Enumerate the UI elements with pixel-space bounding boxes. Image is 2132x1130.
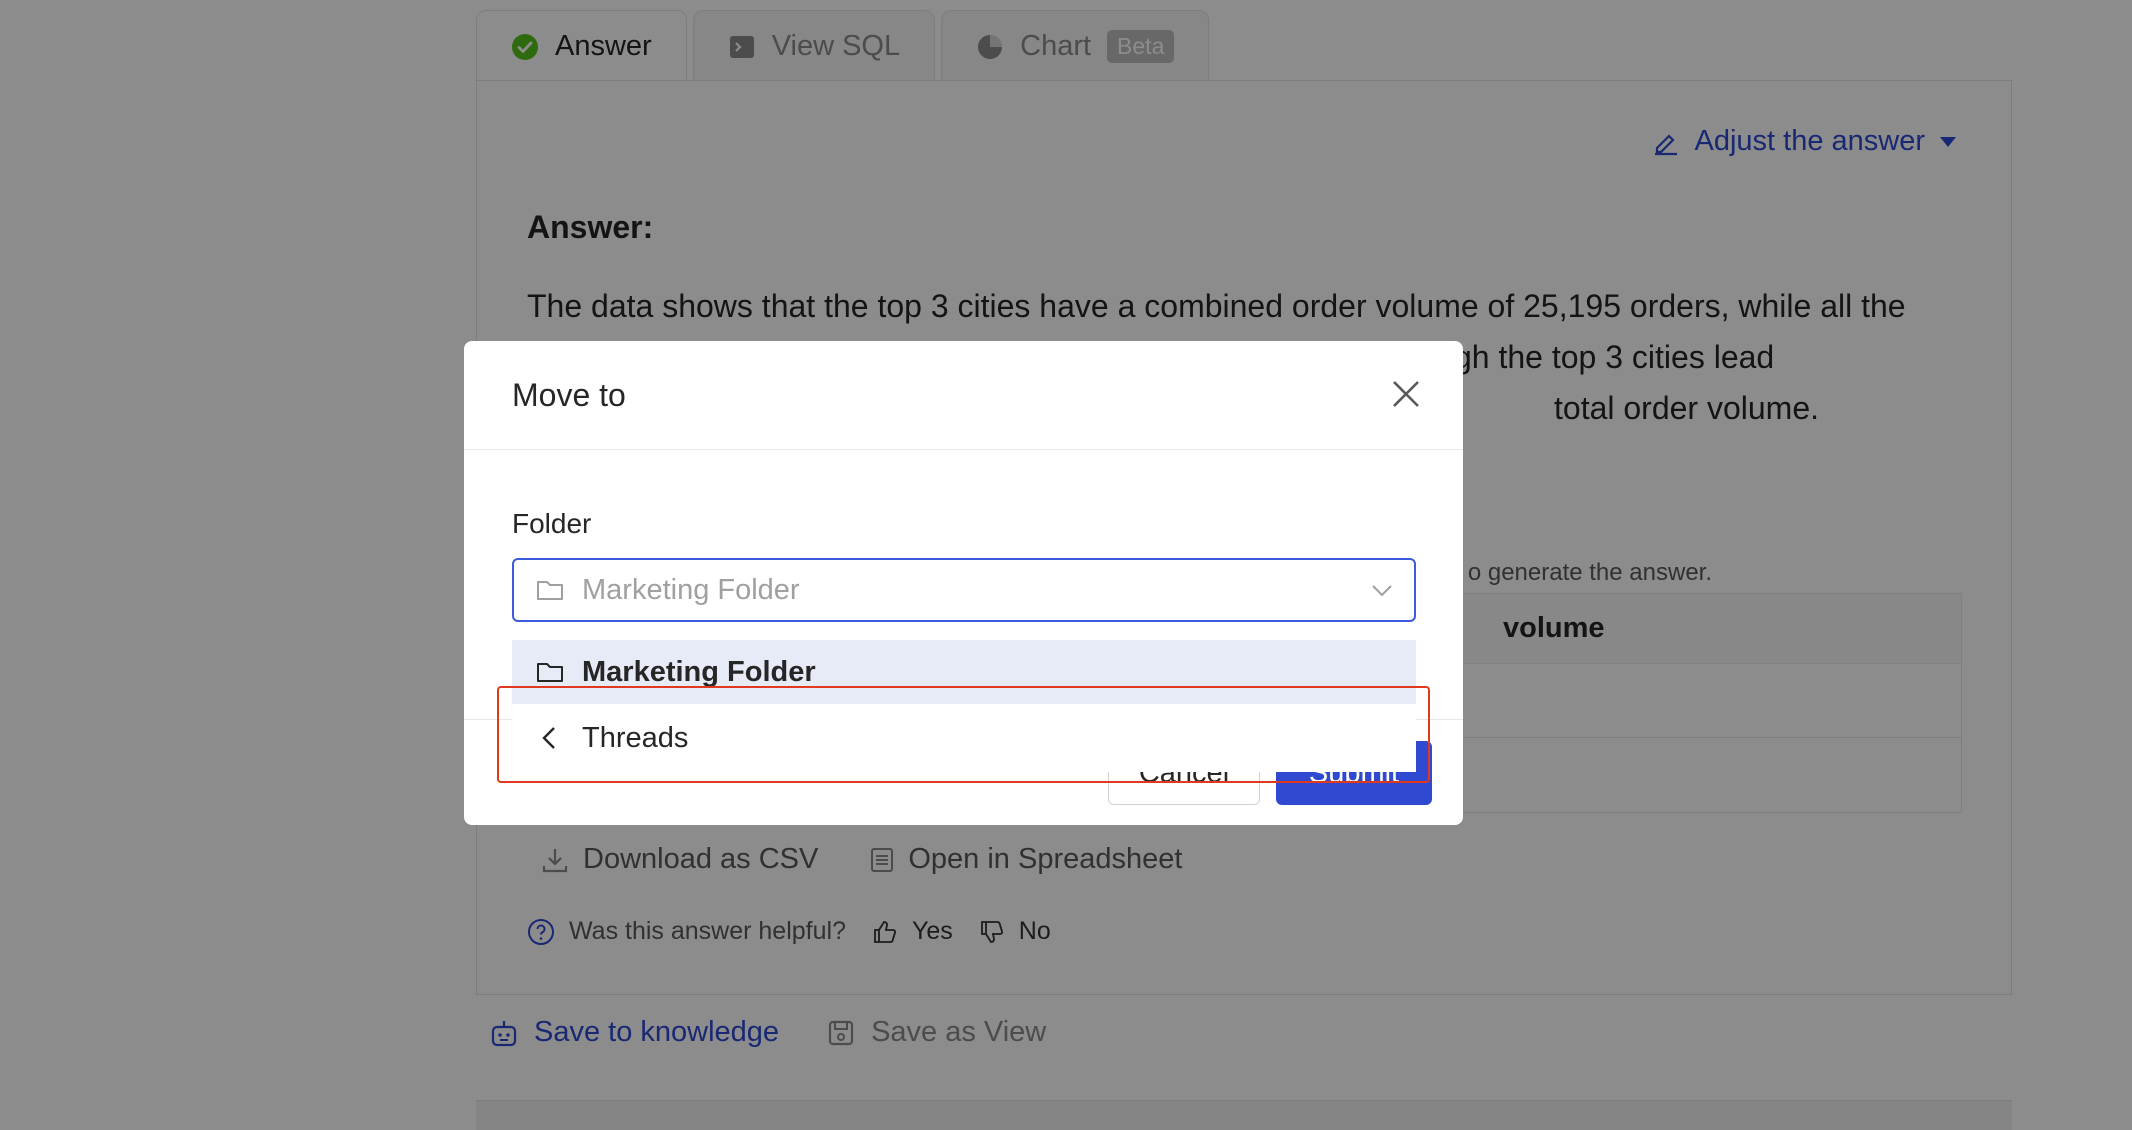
dropdown-item-label: Threads [582, 721, 689, 754]
folder-icon [536, 578, 564, 602]
modal-title: Move to [512, 377, 626, 413]
folder-select-placeholder: Marketing Folder [582, 573, 800, 606]
close-icon [1389, 377, 1423, 411]
folder-dropdown: Marketing Folder Threads [512, 640, 1416, 772]
folder-field-label: Folder [512, 508, 592, 539]
dropdown-item-marketing-folder[interactable]: Marketing Folder [512, 640, 1416, 704]
folder-select[interactable]: Marketing Folder [512, 558, 1416, 622]
chevron-down-icon [1370, 578, 1394, 602]
modal-header: Move to [464, 341, 1463, 450]
chevron-left-icon [536, 724, 564, 752]
dropdown-item-label: Marketing Folder [582, 655, 816, 688]
folder-icon [536, 660, 564, 684]
close-button[interactable] [1389, 377, 1423, 411]
dropdown-item-threads[interactable]: Threads [512, 704, 1416, 772]
